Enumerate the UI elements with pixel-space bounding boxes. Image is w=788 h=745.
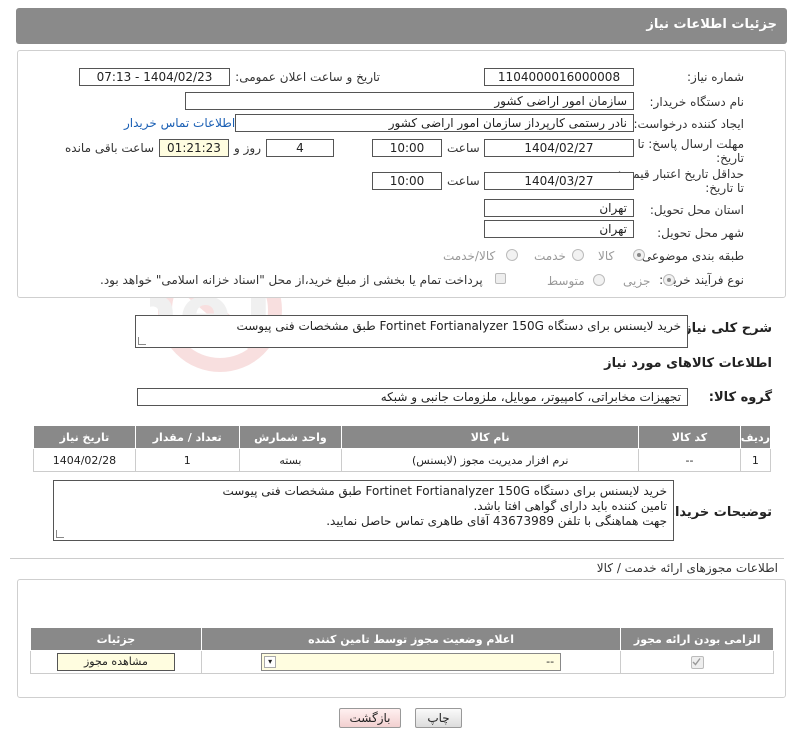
table-row: -- ▾ مشاهده مجوز: [30, 650, 774, 674]
category-option-service: خدمت: [534, 249, 566, 263]
process-option-minor: جزیی: [623, 274, 651, 288]
goods-group-field: تجهیزات مخابراتی، کامپیوتر، موبایل، ملزو…: [137, 388, 688, 406]
view-permit-button[interactable]: مشاهده مجوز: [56, 653, 175, 671]
deadline-time-field: 10:00: [372, 139, 442, 157]
col-permit-details: جزئیات: [30, 627, 202, 651]
days-field: 4: [266, 139, 334, 157]
cell-permit-details: مشاهده مجوز: [30, 650, 202, 674]
price-validity-time-label: ساعت: [447, 174, 480, 188]
col-quantity: تعداد / مقدار: [134, 425, 240, 449]
description-textarea[interactable]: خرید لایسنس برای دستگاه Fortinet Fortian…: [135, 315, 688, 348]
need-number-label: شماره نیاز:: [687, 70, 744, 84]
goods-group-label: گروه کالا:: [708, 390, 772, 405]
description-text: خرید لایسنس برای دستگاه Fortinet Fortian…: [236, 319, 681, 333]
cell-permit-required: [620, 650, 774, 674]
category-radio-goods[interactable]: [633, 249, 645, 261]
goods-table-header: ردیف کد کالا نام کالا واحد شمارش تعداد /…: [33, 425, 772, 449]
print-button[interactable]: چاپ: [415, 708, 462, 728]
cell-unit: بسته: [238, 448, 343, 472]
creator-field: نادر رستمی کارپرداز سازمان امور اراضی کش…: [235, 114, 634, 132]
deadline-date-field: 1404/02/27: [484, 139, 634, 157]
check-icon: [692, 657, 701, 666]
buyer-notes-line-2: تامین کننده باید دارای گواهی افتا باشد.: [473, 499, 667, 513]
col-unit: واحد شمارش: [238, 425, 343, 449]
price-validity-time-field: 10:00: [372, 172, 442, 190]
permit-status-select[interactable]: -- ▾: [261, 653, 562, 671]
permits-section-title: اطلاعات مجوزهای ارائه خدمت / کالا: [596, 561, 778, 575]
buyer-notes-line-3: جهت هماهنگی با تلفن 43673989 آقای طاهری …: [326, 514, 667, 528]
col-permit-status: اعلام وضعیت مجوز توسط تامین کننده: [200, 627, 622, 651]
permit-status-value: --: [546, 655, 555, 668]
buyer-org-field: سازمان امور اراضی کشور: [185, 92, 634, 110]
permit-required-checkbox: [690, 655, 704, 669]
city-field: تهران: [484, 220, 634, 238]
days-label: روز و: [234, 141, 261, 155]
province-field: تهران: [484, 199, 634, 217]
page-title: جزئیات اطلاعات نیاز: [646, 17, 777, 32]
deadline-label: مهلت ارسال پاسخ: تا: [637, 137, 744, 151]
price-validity-label: حداقل تاریخ اعتبار قیمت:: [617, 167, 744, 181]
price-validity-label-date: تا تاریخ:: [705, 181, 744, 195]
need-number-field: 1104000016000008: [484, 68, 634, 86]
col-row-number: ردیف: [739, 425, 772, 449]
col-permit-required: الزامی بودن ارائه مجوز: [620, 627, 774, 651]
buyer-notes-line-1: خرید لایسنس برای دستگاه Fortinet Fortian…: [222, 484, 667, 498]
cell-need-date: 1404/02/28: [33, 448, 136, 472]
cell-permit-status: -- ▾: [200, 650, 622, 674]
resize-grip-icon[interactable]: [138, 337, 146, 345]
treasury-payment-note: پرداخت تمام یا بخشی از مبلغ خرید،از محل …: [100, 273, 483, 287]
section-divider: [10, 558, 784, 559]
permits-table: الزامی بودن ارائه مجوز اعلام وضعیت مجوز …: [30, 627, 774, 674]
col-goods-code: کد کالا: [638, 425, 741, 449]
category-radio-goods-service[interactable]: [506, 249, 518, 261]
cell-quantity: 1: [134, 448, 240, 472]
deadline-label-date: تاریخ:: [716, 151, 744, 165]
price-validity-date-field: 1404/03/27: [484, 172, 634, 190]
back-button[interactable]: بازگشت: [339, 708, 401, 728]
chevron-down-icon: ▾: [264, 656, 277, 668]
permits-table-header: الزامی بودن ارائه مجوز اعلام وضعیت مجوز …: [30, 627, 774, 651]
remaining-time-field: 01:21:23: [159, 139, 229, 157]
process-radio-minor[interactable]: [663, 274, 675, 286]
process-radio-medium[interactable]: [593, 274, 605, 286]
category-label: طبقه بندی موضوعی:: [637, 249, 744, 263]
table-row: 1 -- نرم افزار مدیریت مجوز (لایسنس) بسته…: [33, 448, 772, 472]
page-header: جزئیات اطلاعات نیاز: [16, 8, 787, 44]
deadline-time-label: ساعت: [447, 141, 480, 155]
city-label: شهر محل تحویل:: [657, 226, 744, 240]
province-label: استان محل تحویل:: [649, 203, 744, 217]
resize-grip-icon[interactable]: [56, 530, 64, 538]
goods-table: ردیف کد کالا نام کالا واحد شمارش تعداد /…: [33, 425, 772, 472]
announce-label: تاریخ و ساعت اعلان عمومی:: [235, 70, 380, 84]
cell-goods-code: --: [638, 448, 741, 472]
cell-goods-name: نرم افزار مدیریت مجوز (لایسنس): [341, 448, 640, 472]
treasury-payment-checkbox[interactable]: [495, 273, 506, 284]
buyer-contact-link[interactable]: اطلاعات تماس خریدار: [124, 116, 235, 130]
col-goods-name: نام کالا: [341, 425, 640, 449]
goods-section-title: اطلاعات کالاهای مورد نیاز: [604, 356, 772, 371]
buyer-notes-label: توضیحات خریدار:: [662, 505, 772, 520]
creator-label: ایجاد کننده درخواست:: [633, 117, 744, 131]
category-radio-service[interactable]: [572, 249, 584, 261]
description-label: شرح کلی نیاز:: [678, 321, 772, 336]
remaining-time-label: ساعت باقی مانده: [65, 141, 155, 155]
process-option-medium: متوسط: [547, 274, 585, 288]
buyer-notes-textarea[interactable]: خرید لایسنس برای دستگاه Fortinet Fortian…: [53, 480, 674, 541]
category-option-goods: کالا: [598, 249, 615, 263]
cell-row-number: 1: [739, 448, 772, 472]
announce-field: 1404/02/23 - 07:13: [79, 68, 230, 86]
buyer-org-label: نام دستگاه خریدار:: [649, 95, 745, 109]
category-option-goods-service: کالا/خدمت: [443, 249, 496, 263]
col-need-date: تاریخ نیاز: [33, 425, 136, 449]
